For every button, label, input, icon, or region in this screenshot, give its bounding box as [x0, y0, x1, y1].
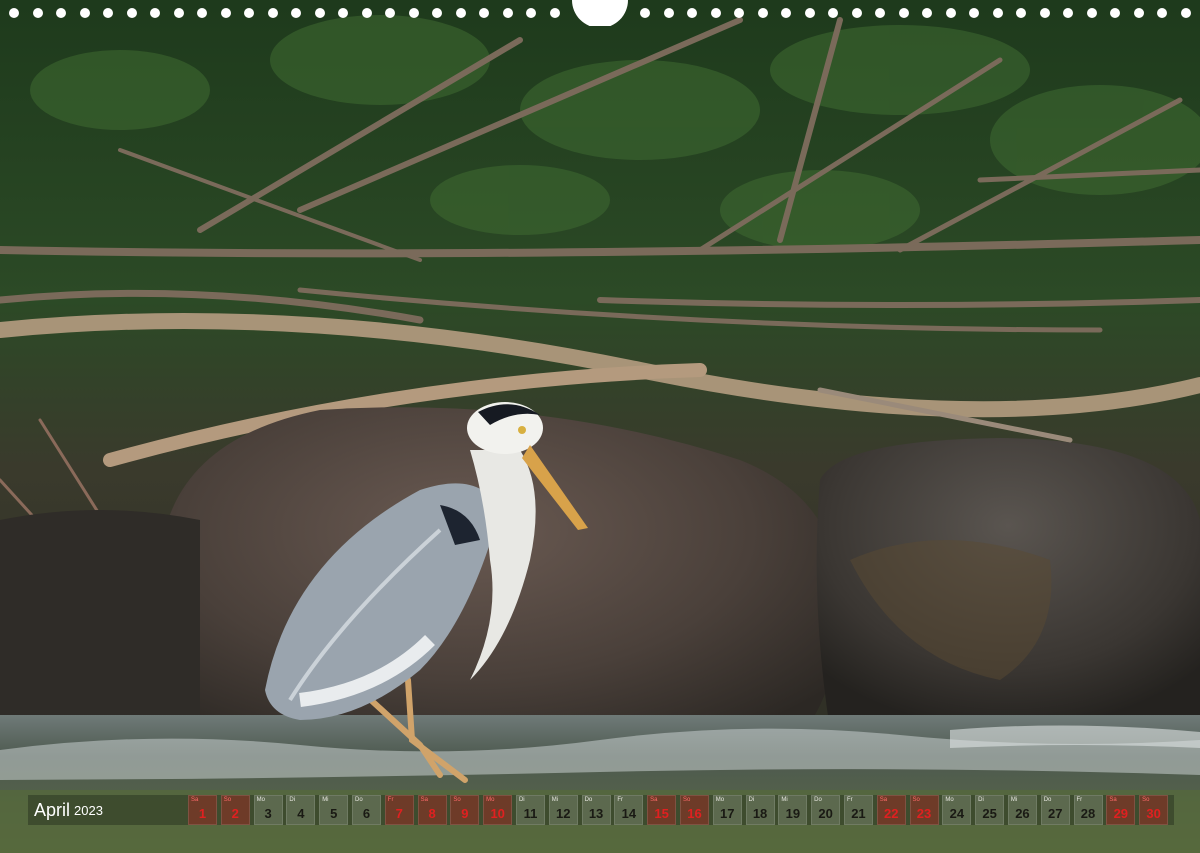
weekday-label: Di: [978, 797, 984, 803]
calendar-day: Mi 19: [778, 795, 808, 825]
weekday-label: Sa: [420, 797, 428, 803]
day-number: 23: [916, 806, 932, 821]
calendar-day: Mi 26: [1007, 795, 1037, 825]
calendar-day: Do 27: [1040, 795, 1070, 825]
calendar-day: Mo 10: [483, 795, 513, 825]
weekday-label: Do: [1043, 797, 1052, 803]
calendar-day: Do 13: [581, 795, 611, 825]
weekday-label: Fr: [846, 797, 853, 803]
day-number: 12: [556, 806, 571, 821]
day-number: 13: [588, 806, 604, 821]
calendar-day: Di 4: [286, 795, 316, 825]
weekday-label: Fr: [617, 797, 624, 803]
day-number: 14: [621, 806, 637, 821]
calendar-day: Di 25: [975, 795, 1005, 825]
day-number: 5: [330, 806, 338, 821]
weekday-label: Mo: [256, 797, 265, 803]
weekday-label: Do: [354, 797, 363, 803]
calendar-day: Fr 21: [843, 795, 873, 825]
day-number: 11: [523, 806, 538, 821]
day-number: 22: [884, 806, 899, 821]
day-number: 10: [490, 806, 505, 821]
day-number: 20: [818, 806, 833, 821]
calendar-day: So 2: [220, 795, 250, 825]
weekday-label: Mi: [322, 797, 329, 803]
weekday-label: Sa: [650, 797, 658, 803]
calendar-day: Sa 22: [876, 795, 906, 825]
calendar-day: Do 6: [351, 795, 381, 825]
weekday-label: Mi: [781, 797, 788, 803]
day-number: 21: [851, 806, 866, 821]
calendar-day: Sa 1: [188, 795, 217, 825]
day-number: 1: [198, 806, 207, 821]
calendar-day: Mo 24: [942, 795, 972, 825]
calendar-day: So 16: [679, 795, 709, 825]
weekday-label: Fr: [1076, 797, 1083, 803]
day-number: 2: [231, 806, 239, 821]
day-number: 28: [1080, 806, 1096, 821]
day-number: 27: [1047, 806, 1063, 821]
calendar-day: Mi 12: [548, 795, 578, 825]
weekday-label: So: [223, 797, 232, 803]
day-number: 8: [428, 806, 436, 821]
calendar-day: Do 20: [811, 795, 841, 825]
binding-holes-icon: [9, 0, 1191, 26]
weekday-label: So: [1142, 797, 1150, 803]
heron-photo: [0, 0, 1200, 853]
day-number: 7: [395, 806, 403, 821]
day-number: 4: [297, 806, 305, 821]
day-number: 30: [1146, 806, 1161, 821]
weekday-label: Di: [748, 797, 755, 803]
weekday-label: Mo: [715, 797, 725, 803]
day-number: 25: [982, 806, 997, 821]
month-year: 2023: [74, 802, 103, 818]
calendar-day: Fr 28: [1073, 795, 1103, 825]
calendar-day: So 23: [909, 795, 939, 825]
month-name: April: [34, 799, 71, 820]
hanger-hole-icon: [572, 0, 628, 26]
day-number: 15: [654, 806, 669, 821]
calendar-strip: April 2023 Sa 1 So 2 Mo 3 Di 4 Mi 5 Do 6 Fr 7 Sa 8 So 9 Mo…: [28, 795, 1174, 825]
day-number: 16: [687, 806, 702, 821]
day-number: 24: [949, 806, 965, 821]
weekday-label: So: [912, 797, 920, 803]
day-number: 18: [752, 806, 768, 821]
weekday-label: Mi: [551, 797, 559, 803]
weekday-label: Fr: [387, 797, 394, 803]
calendar-day: Di 11: [515, 795, 545, 825]
weekday-label: So: [682, 797, 691, 803]
weekday-label: Do: [584, 797, 593, 803]
calendar-day: Sa 8: [417, 795, 447, 825]
calendar-day: Mo 3: [253, 795, 283, 825]
weekday-label: Sa: [879, 797, 888, 803]
day-number: 6: [362, 806, 371, 821]
day-number: 3: [264, 806, 272, 821]
calendar-day: So 9: [450, 795, 480, 825]
weekday-label: Do: [814, 797, 822, 803]
day-number: 26: [1015, 806, 1030, 821]
weekday-label: Mi: [1010, 797, 1018, 803]
calendar-day: Sa 29: [1106, 795, 1136, 825]
calendar-days: Sa 1 So 2 Mo 3 Di 4 Mi 5 Do 6 Fr 7 Sa 8 So 9 Mo 10 Di 11 Mi 12 D…: [188, 795, 1172, 825]
month-label: April 2023: [28, 795, 188, 825]
weekday-label: Sa: [1109, 797, 1117, 803]
calendar-day: Fr 14: [614, 795, 644, 825]
day-number: 19: [785, 806, 801, 821]
weekday-label: Di: [289, 797, 296, 803]
weekday-label: So: [453, 797, 461, 803]
calendar-day: So 30: [1139, 795, 1169, 825]
weekday-label: Mo: [945, 797, 954, 803]
calendar-day: Mo 17: [712, 795, 742, 825]
weekday-label: Mo: [486, 797, 495, 803]
day-number: 29: [1113, 806, 1129, 821]
day-number: 9: [461, 806, 469, 821]
day-number: 17: [720, 806, 735, 821]
calendar-day: Mi 5: [319, 795, 349, 825]
calendar-day: Sa 15: [647, 795, 677, 825]
calendar-day: Fr 7: [384, 795, 414, 825]
weekday-label: Di: [518, 797, 525, 803]
weekday-label: Sa: [191, 797, 199, 803]
calendar-day: Di 18: [745, 795, 775, 825]
